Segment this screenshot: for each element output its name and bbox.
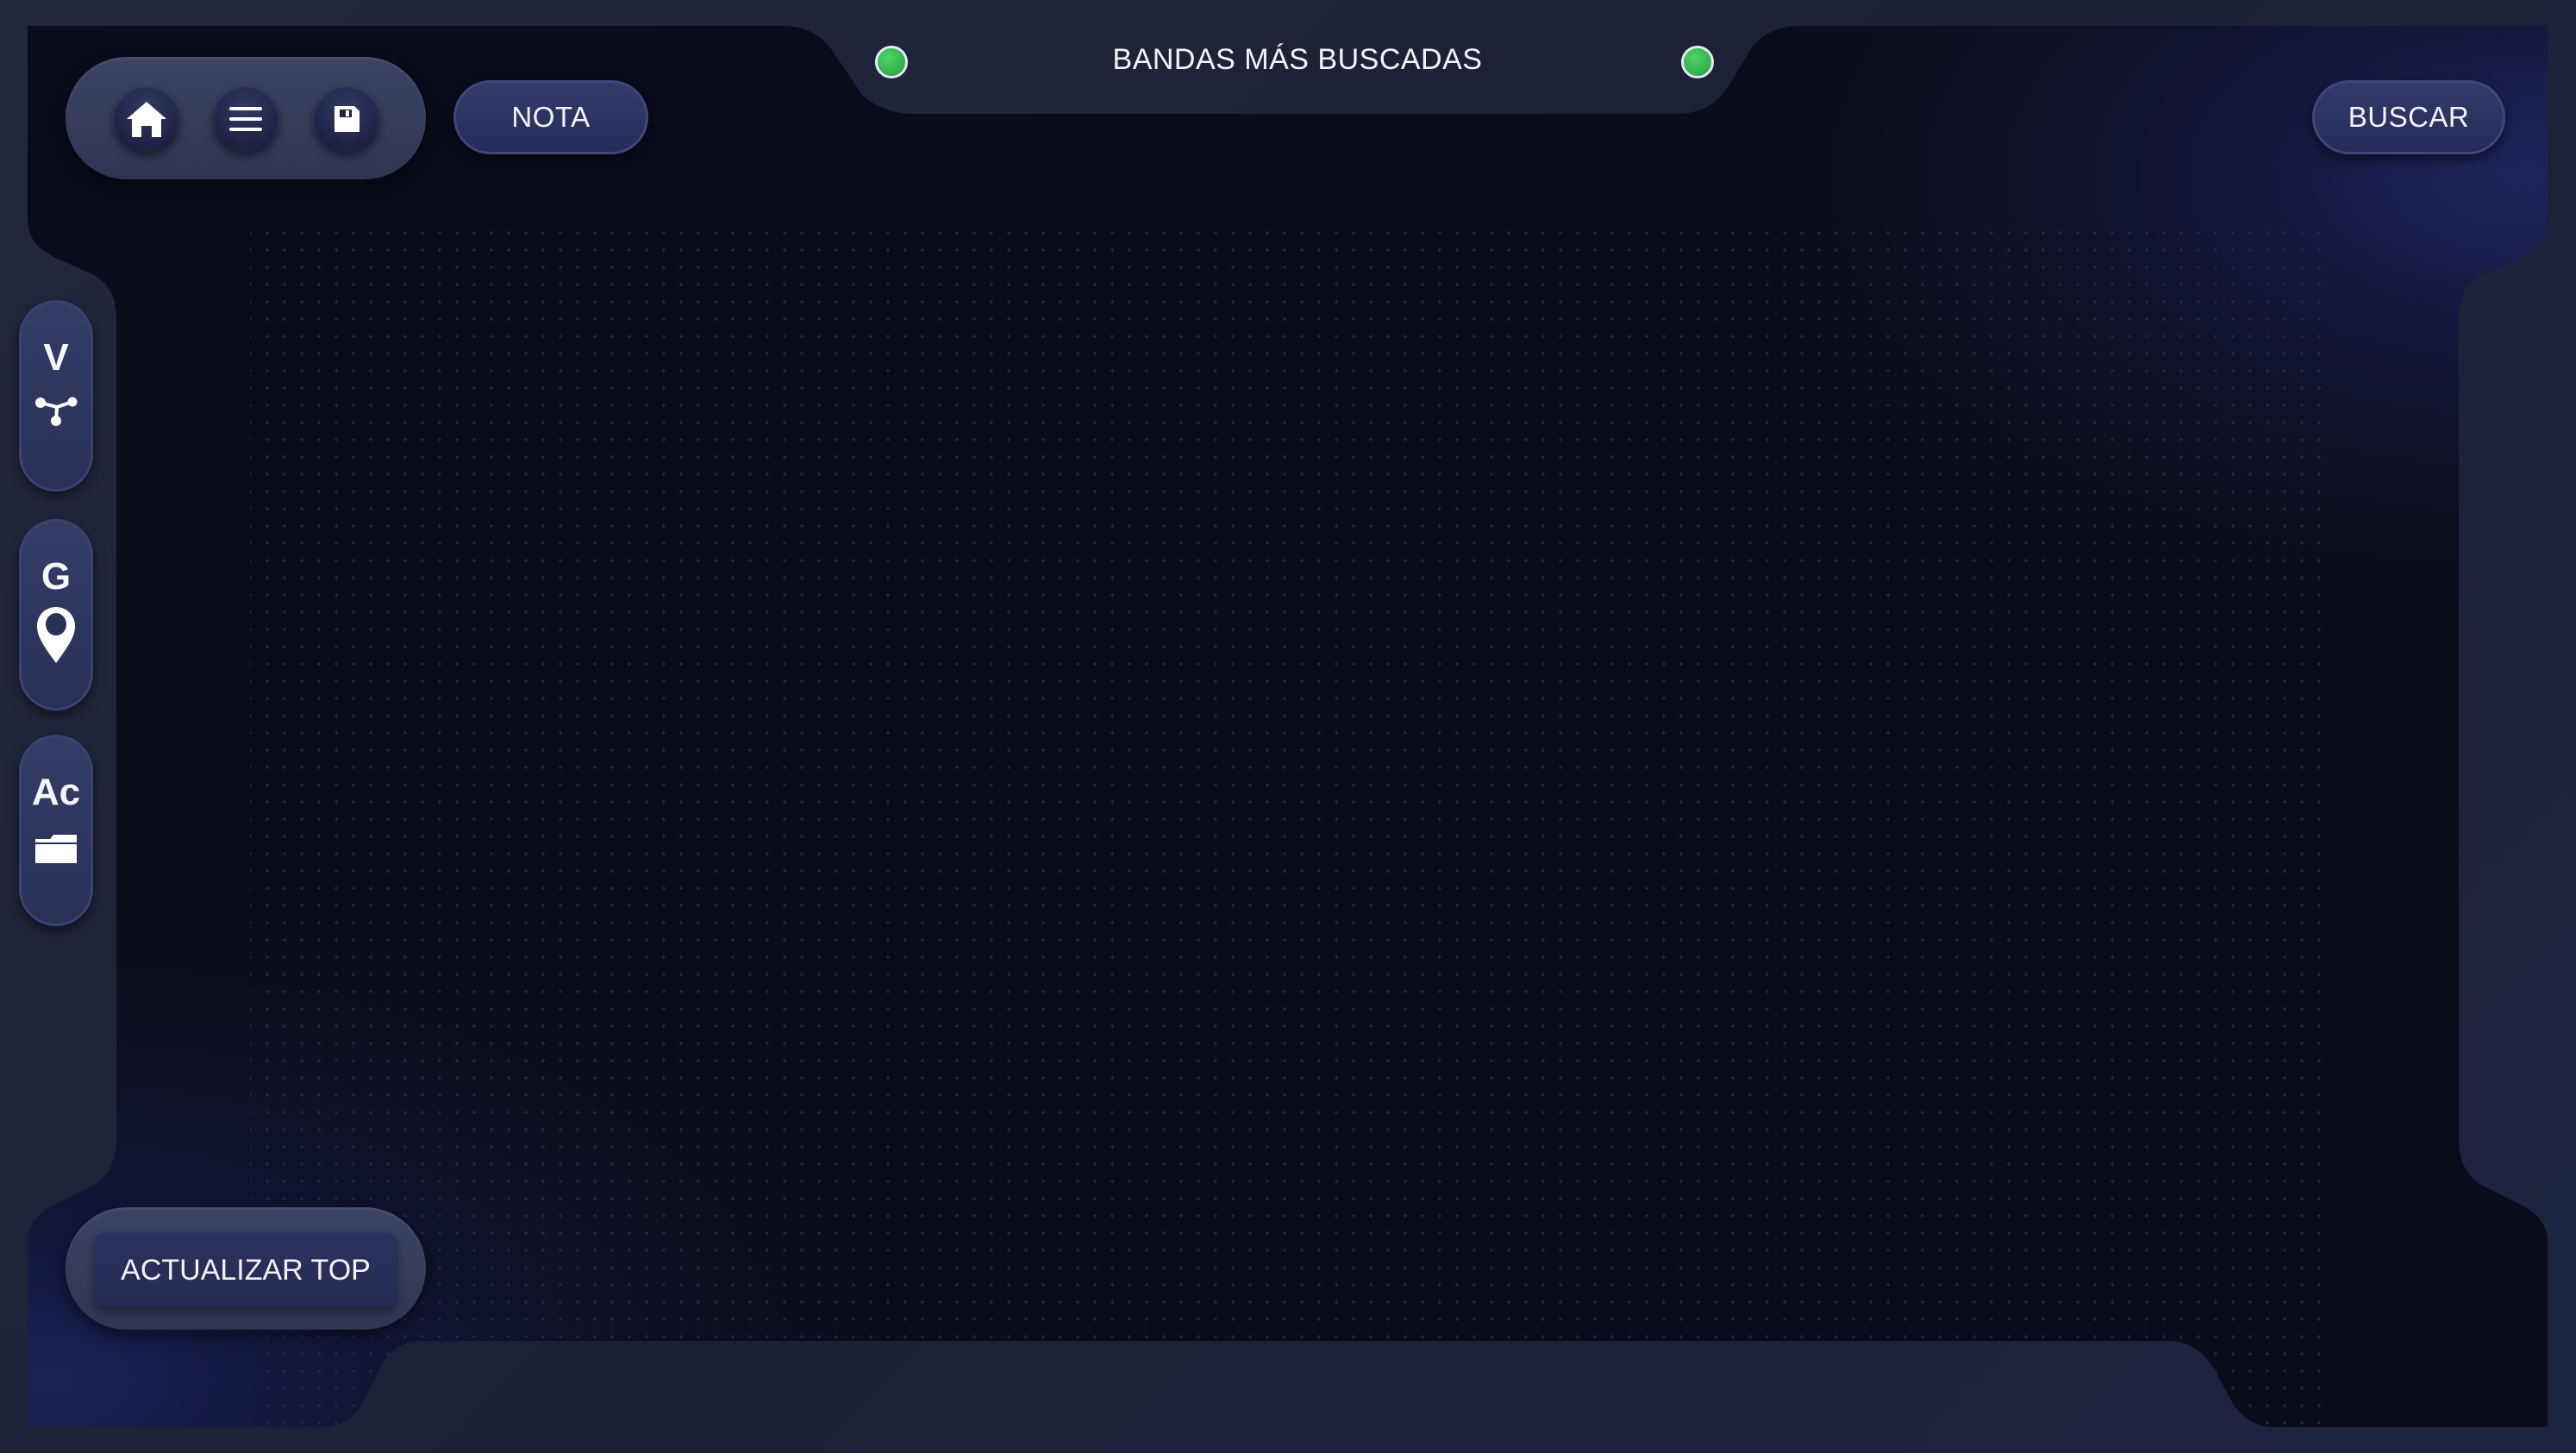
save-button[interactable] xyxy=(314,86,379,152)
folder-icon xyxy=(35,835,77,863)
side-tab-v-label: V xyxy=(43,336,69,379)
save-icon xyxy=(335,106,360,132)
nota-button[interactable]: NOTA xyxy=(453,80,648,154)
side-tab-g[interactable]: G xyxy=(19,519,93,711)
update-top-button[interactable]: ACTUALIZAR TOP xyxy=(95,1233,397,1307)
app-window: NOTA BANDAS MÁS BUSCADAS BUSCAR V G Ac A… xyxy=(0,0,2576,1453)
location-pin-icon xyxy=(37,607,75,663)
search-button[interactable]: BUSCAR xyxy=(2312,80,2505,154)
toolbar-group xyxy=(66,57,426,179)
status-indicator-left xyxy=(875,46,908,78)
menu-button[interactable] xyxy=(213,86,278,152)
page-title: BANDAS MÁS BUSCADAS xyxy=(1112,43,1483,76)
status-indicator-right xyxy=(1681,46,1714,78)
side-tab-ac-label: Ac xyxy=(31,771,81,813)
side-tab-ac[interactable]: Ac xyxy=(19,735,93,926)
home-icon xyxy=(127,102,166,137)
side-tab-g-label: G xyxy=(41,555,72,598)
menu-icon xyxy=(229,107,262,131)
update-group: ACTUALIZAR TOP xyxy=(66,1207,426,1330)
home-button[interactable] xyxy=(114,86,179,152)
network-icon xyxy=(35,397,78,426)
side-tab-v[interactable]: V xyxy=(19,300,93,492)
